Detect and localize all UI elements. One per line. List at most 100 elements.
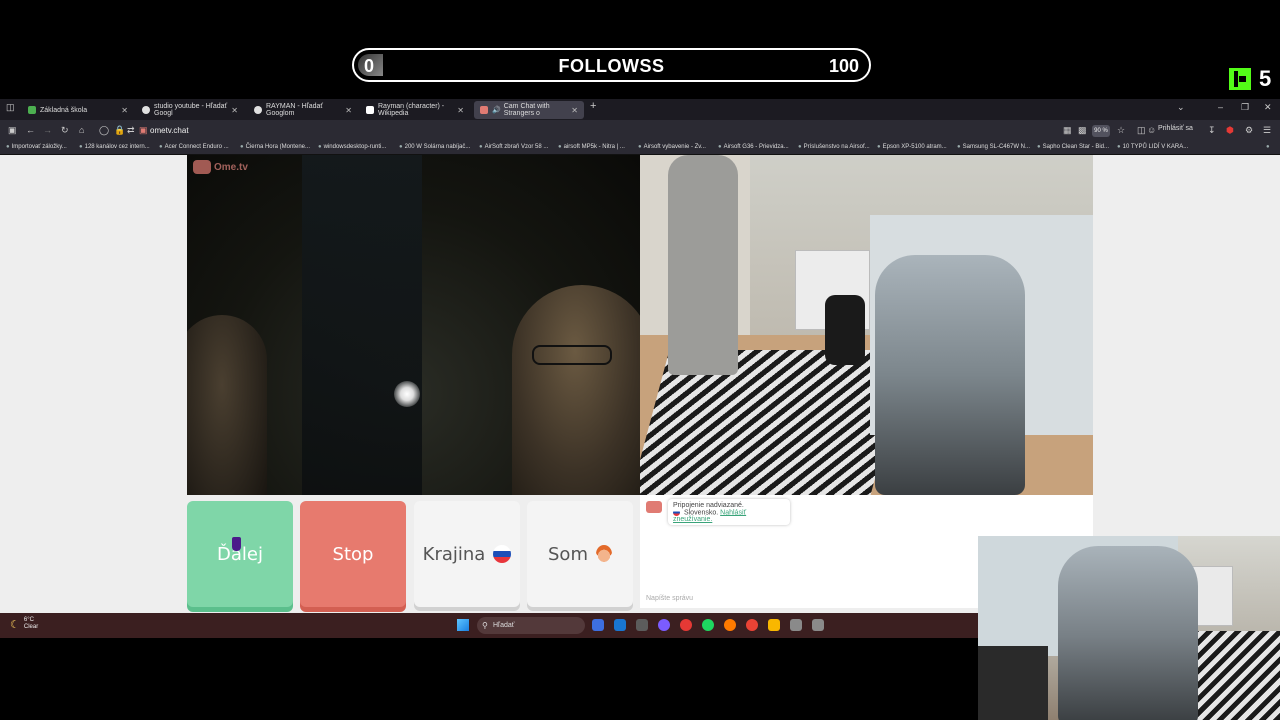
stranger-video: Ome.tv xyxy=(187,155,640,495)
tab-close-icon[interactable]: ✕ xyxy=(231,106,238,115)
tab-bar: ◫ Základná škola ✕ studio youtube - Hľad… xyxy=(0,99,1280,120)
tab-close-icon[interactable]: ✕ xyxy=(571,106,578,115)
bookmark-item[interactable]: 128 kanálov cez intern... xyxy=(79,144,150,150)
reload-icon[interactable]: ↻ xyxy=(61,125,69,136)
bookmark-item[interactable]: Sapho Clean Star - Bid... xyxy=(1037,144,1109,150)
app-icon[interactable] xyxy=(812,619,824,631)
list-tabs-icon[interactable]: ⌄ xyxy=(1177,102,1185,113)
tab-label: studio youtube - Hľadať Googl xyxy=(154,103,228,117)
tab-rayman-search[interactable]: RAYMAN - Hľadať Googlom ✕ xyxy=(248,101,358,119)
app-icon[interactable] xyxy=(680,619,692,631)
new-tab-button[interactable]: + xyxy=(590,100,596,112)
message-input[interactable]: Napíšte správu xyxy=(646,595,693,602)
permissions-icon[interactable]: ⇄ xyxy=(127,125,135,136)
slovakia-flag-icon xyxy=(673,509,680,516)
moon-icon: ☾ xyxy=(10,618,20,631)
sidebar-icon[interactable]: ▣ xyxy=(8,125,17,136)
bookmark-item[interactable]: 10 TYPŮ LIDÍ V KARA... xyxy=(1117,144,1189,150)
standing-person xyxy=(668,155,738,375)
bookmark-item[interactable]: Airsoft G36 - Prievidza... xyxy=(718,144,789,150)
bookmark-item[interactable]: Čierna Hora (Montene... xyxy=(240,144,310,150)
bookmark-item[interactable]: Importovať záložky... xyxy=(6,144,67,150)
app-icon[interactable] xyxy=(636,619,648,631)
file-explorer-icon[interactable] xyxy=(768,619,780,631)
ometv-avatar-icon xyxy=(646,501,662,513)
bookmark-item[interactable]: Samsung SL-C467W N... xyxy=(957,144,1030,150)
reader-view-icon[interactable]: ▦ xyxy=(1063,125,1072,136)
weather-widget[interactable]: ☾ 6°C Clear xyxy=(10,617,38,631)
stranger-country-text: Slovensko. xyxy=(683,509,719,517)
navigation-bar: ▣ ← → ↻ ⌂ ◯ 🔒 ⇄ ▣ ometv.chat ▦ ▩ 90 % ☆ … xyxy=(0,120,1280,142)
discord-icon[interactable] xyxy=(658,619,670,631)
chrome-icon[interactable] xyxy=(746,619,758,631)
stop-button[interactable]: Stop xyxy=(300,501,406,607)
bookmark-item[interactable]: airsoft MP5k - Nitra | ... xyxy=(558,144,625,150)
maximize-button[interactable]: ❐ xyxy=(1241,102,1249,113)
spotify-icon[interactable] xyxy=(702,619,714,631)
follower-goal-bar: 0 FOLLOWSS 100 xyxy=(352,48,871,82)
google-icon xyxy=(142,106,150,114)
zoom-level[interactable]: 90 % xyxy=(1092,125,1110,137)
container-icon[interactable]: ◫ xyxy=(1137,125,1146,136)
back-icon[interactable]: ← xyxy=(26,125,35,135)
bookmark-item[interactable]: Príslušenstvo na Airsof... xyxy=(798,144,870,150)
more-bookmarks-icon[interactable] xyxy=(1266,144,1272,150)
widgets-icon[interactable] xyxy=(614,619,626,631)
signin-button[interactable]: Prihlásiť sa xyxy=(1158,125,1193,132)
account-icon[interactable]: ☺ xyxy=(1147,125,1156,135)
phone-light xyxy=(394,381,420,407)
tab-overview-icon[interactable]: ◫ xyxy=(6,102,15,113)
tab-close-icon[interactable]: ✕ xyxy=(457,106,464,115)
gender-button[interactable]: Som xyxy=(527,501,633,607)
tab-ometv[interactable]: 🔊 Cam Chat with Strangers o ✕ xyxy=(474,101,584,119)
country-button-label: Krajina xyxy=(422,543,486,565)
slovakia-flag-icon xyxy=(493,545,512,563)
download-icon[interactable]: ↧ xyxy=(1208,125,1216,136)
home-icon[interactable]: ⌂ xyxy=(79,125,84,135)
forward-icon[interactable]: → xyxy=(43,125,52,135)
streamer-webcam xyxy=(978,536,1280,720)
stranger-person xyxy=(512,285,640,495)
taskbar-search[interactable]: ⚲ Hľadať xyxy=(477,617,585,634)
tab-rayman-wikipedia[interactable]: Rayman (character) - Wikipedia ✕ xyxy=(360,101,470,119)
next-button[interactable]: Ďalej xyxy=(187,501,293,607)
tab-favicon-icon xyxy=(28,106,36,114)
bookmark-item[interactable]: windowsdesktop-runti... xyxy=(318,144,387,150)
bookmark-item[interactable]: Epson XP-5100 atram... xyxy=(877,144,947,150)
clothes-pile xyxy=(978,646,1048,720)
ometv-watermark: Ome.tv xyxy=(193,160,248,174)
country-button[interactable]: Krajina xyxy=(414,501,520,607)
speaker-icon[interactable]: 🔊 xyxy=(492,106,501,114)
bookmark-item[interactable]: Airsoft vybavenie - Zv... xyxy=(638,144,706,150)
glasses xyxy=(532,345,612,365)
ometv-logo-text: Ome.tv xyxy=(214,161,248,173)
url-bar[interactable]: ometv.chat xyxy=(150,126,189,135)
tab-close-icon[interactable]: ✕ xyxy=(345,106,352,115)
bookmark-item[interactable]: AirSoft zbraň Vzor 58 ... xyxy=(479,144,549,150)
bookmark-star-icon[interactable]: ☆ xyxy=(1117,125,1125,136)
close-window-button[interactable]: ✕ xyxy=(1264,102,1272,113)
tab-studio-youtube[interactable]: studio youtube - Hľadať Googl ✕ xyxy=(136,101,244,119)
task-view-icon[interactable] xyxy=(592,619,604,631)
bookmark-item[interactable]: 200 W Solárna nabíjač... xyxy=(399,144,471,150)
lock-icon[interactable]: 🔒 xyxy=(114,125,125,136)
tab-close-icon[interactable]: ✕ xyxy=(121,106,128,115)
boy-emoji-icon xyxy=(595,545,612,563)
windows-start-icon[interactable] xyxy=(457,619,469,631)
tab-zakladna-skola[interactable]: Základná škola ✕ xyxy=(22,101,134,119)
menu-icon[interactable]: ☰ xyxy=(1263,125,1271,136)
shield-icon[interactable]: ◯ xyxy=(99,125,109,136)
extensions-icon[interactable]: ⚙ xyxy=(1245,125,1253,136)
bookmark-item[interactable]: Acer Connect Enduro ... xyxy=(159,144,229,150)
ometv-logo-icon xyxy=(193,160,211,174)
system-message: Pripojenie nadviazané. Slovensko. Nahlás… xyxy=(668,499,790,525)
firefox-icon[interactable] xyxy=(724,619,736,631)
wikipedia-icon xyxy=(366,106,374,114)
picture-in-picture-icon[interactable]: ▩ xyxy=(1078,125,1087,136)
minimize-button[interactable]: – xyxy=(1218,102,1223,112)
kick-viewer-count: 5 xyxy=(1259,66,1272,91)
adblock-extension-icon[interactable]: ⬢ xyxy=(1226,125,1234,136)
search-icon: ⚲ xyxy=(482,621,488,630)
app-icon[interactable] xyxy=(790,619,802,631)
own-video xyxy=(640,155,1093,495)
